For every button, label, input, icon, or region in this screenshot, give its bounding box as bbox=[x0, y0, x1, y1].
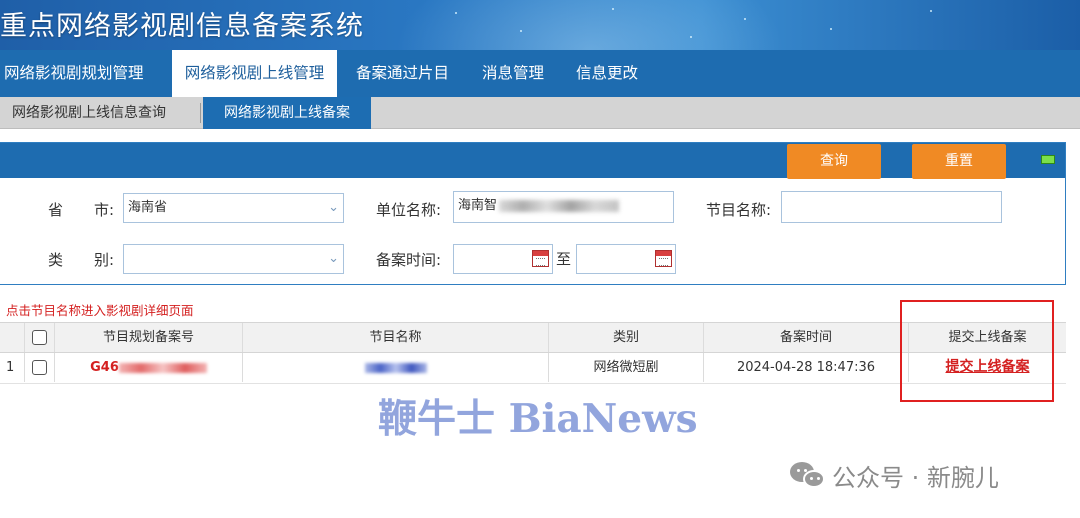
header-code: 节目规划备案号 bbox=[55, 323, 243, 352]
header-select-cell bbox=[25, 323, 55, 352]
banner-star bbox=[690, 36, 692, 38]
banner-star bbox=[520, 30, 522, 32]
wechat-watermark-text: 公众号 · 新腕儿 bbox=[832, 464, 999, 492]
header-filing-time: 备案时间 bbox=[704, 323, 909, 352]
calendar-icon[interactable] bbox=[655, 250, 672, 267]
chevron-down-icon: ⌄ bbox=[328, 200, 339, 215]
chevron-down-icon: ⌄ bbox=[328, 251, 339, 266]
search-panel: 查询 重置 省 市: 海南省 ⌄ 单位名称: 海南智 节目名称: 类 别: ⌄ … bbox=[0, 142, 1066, 285]
tab-approved-list[interactable]: 备案通过片目 bbox=[356, 50, 449, 97]
tab-planning[interactable]: 网络影视剧规划管理 bbox=[4, 50, 144, 97]
row-code: G46 bbox=[90, 360, 119, 375]
query-button[interactable]: 查询 bbox=[787, 144, 881, 179]
program-name-input[interactable] bbox=[781, 191, 1002, 223]
header-banner: 重点网络影视剧信息备案系统 bbox=[0, 0, 1080, 50]
banner-star bbox=[455, 12, 457, 14]
province-label-1: 省 bbox=[48, 201, 64, 219]
banner-star bbox=[830, 28, 832, 30]
row-code-cell: G46 bbox=[55, 353, 243, 382]
collapse-icon[interactable] bbox=[1041, 155, 1055, 164]
row-category: 网络微短剧 bbox=[549, 353, 704, 382]
tab-online-management[interactable]: 网络影视剧上线管理 bbox=[172, 50, 337, 97]
wechat-watermark: 公众号 · 新腕儿 bbox=[790, 458, 999, 493]
unit-label: 单位名称: bbox=[376, 201, 442, 219]
program-name-label: 节目名称: bbox=[706, 201, 772, 219]
wechat-icon bbox=[790, 462, 826, 490]
banner-star bbox=[930, 10, 932, 12]
app-title: 重点网络影视剧信息备案系统 bbox=[0, 11, 364, 42]
tab-messages[interactable]: 消息管理 bbox=[482, 50, 544, 97]
sub-nav: 网络影视剧上线信息查询 网络影视剧上线备案 bbox=[0, 97, 1080, 129]
filing-time-to-label: 至 bbox=[556, 250, 572, 268]
province-label-2: 市: bbox=[94, 201, 115, 219]
row-select-cell bbox=[25, 353, 55, 382]
row-index: 1 bbox=[0, 353, 25, 382]
header-program-name: 节目名称 bbox=[243, 323, 549, 352]
subtab-online-filing[interactable]: 网络影视剧上线备案 bbox=[203, 97, 371, 129]
category-label-2: 别: bbox=[94, 251, 115, 269]
bianews-watermark: 鞭牛士 BiaNews bbox=[378, 396, 698, 442]
reset-button[interactable]: 重置 bbox=[912, 144, 1006, 179]
redacted-code bbox=[118, 362, 207, 373]
row-checkbox[interactable] bbox=[32, 360, 47, 375]
subtab-online-query[interactable]: 网络影视剧上线信息查询 bbox=[12, 97, 166, 129]
row-program-name-cell bbox=[243, 353, 549, 382]
program-name-link[interactable] bbox=[364, 362, 427, 373]
subnav-divider bbox=[200, 103, 201, 123]
unit-name-value: 海南智 bbox=[458, 198, 498, 213]
header-index bbox=[0, 323, 25, 352]
banner-star bbox=[612, 8, 614, 10]
category-select[interactable]: ⌄ bbox=[123, 244, 344, 274]
header-category: 类别 bbox=[549, 323, 704, 352]
province-select[interactable]: 海南省 ⌄ bbox=[123, 193, 344, 223]
redacted-text bbox=[499, 199, 620, 212]
province-select-value: 海南省 bbox=[128, 200, 168, 215]
filing-time-label: 备案时间: bbox=[376, 251, 442, 269]
main-nav: 网络影视剧规划管理 网络影视剧上线管理 备案通过片目 消息管理 信息更改 bbox=[0, 50, 1080, 97]
select-all-checkbox[interactable] bbox=[32, 330, 47, 345]
calendar-icon[interactable] bbox=[532, 250, 549, 267]
hint-text: 点击节目名称进入影视剧详细页面 bbox=[6, 303, 194, 318]
banner-star bbox=[744, 18, 746, 20]
row-filing-time: 2024-04-28 18:47:36 bbox=[704, 353, 909, 382]
unit-name-input[interactable]: 海南智 bbox=[453, 191, 674, 223]
highlight-box bbox=[900, 300, 1054, 402]
filing-time-to-input[interactable] bbox=[576, 244, 676, 274]
filing-time-from-input[interactable] bbox=[453, 244, 553, 274]
search-panel-header: 查询 重置 bbox=[0, 143, 1065, 179]
tab-info-change[interactable]: 信息更改 bbox=[576, 50, 638, 97]
category-label-1: 类 bbox=[48, 251, 64, 269]
